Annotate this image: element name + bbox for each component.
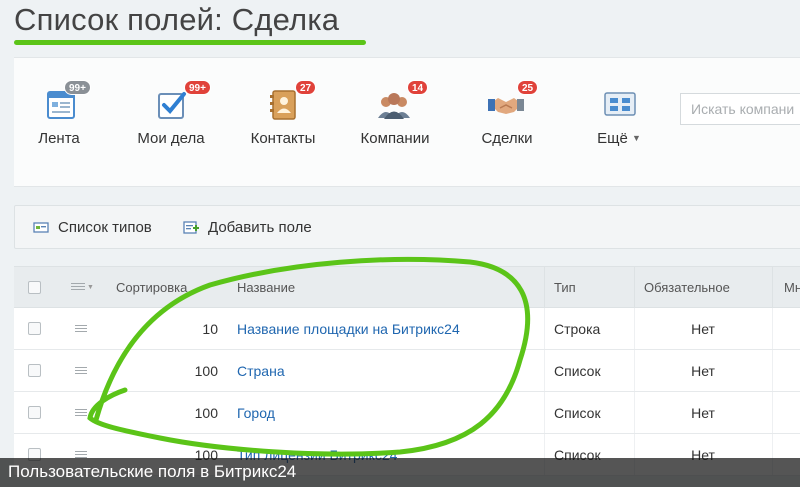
companies-counter-badge: 14 xyxy=(407,80,429,95)
row-name-link[interactable]: Название площадки на Битрикс24 xyxy=(237,308,460,349)
video-caption: Пользовательские поля в Битрикс24 xyxy=(0,458,800,487)
grid-toolbar: Список типов Добавить поле xyxy=(14,205,800,249)
nav-item-label: Контакты xyxy=(250,130,316,147)
row-type: Список xyxy=(554,404,601,421)
row-menu-icon[interactable] xyxy=(75,366,87,375)
column-header-type[interactable]: Тип xyxy=(554,267,576,307)
list-types-icon xyxy=(33,222,49,233)
nav-item-more[interactable]: Ещё ▼ xyxy=(578,58,660,186)
column-header-required[interactable]: Обязательное xyxy=(644,267,730,307)
nav-item-deals[interactable]: 25 Сделки xyxy=(466,58,548,186)
types-list-button[interactable]: Список типов xyxy=(33,206,152,248)
grid-header: ▼ Сортировка Название Тип Обязательное М… xyxy=(14,266,800,308)
row-sort: 10 xyxy=(202,320,218,337)
types-list-label: Список типов xyxy=(58,218,152,236)
title-highlight-underline xyxy=(14,40,366,45)
row-checkbox[interactable] xyxy=(28,364,41,377)
row-sort: 100 xyxy=(194,362,218,379)
row-name-link[interactable]: Страна xyxy=(237,350,285,391)
table-row[interactable]: 100 Страна Список Нет xyxy=(14,350,800,392)
row-checkbox[interactable] xyxy=(28,322,41,335)
column-header-sort[interactable]: Сортировка xyxy=(116,267,187,307)
table-row[interactable]: 10 Название площадки на Битрикс24 Строка… xyxy=(14,308,800,350)
nav-item-more-text: Ещё xyxy=(597,130,628,147)
nav-item-companies[interactable]: 14 Компании xyxy=(354,58,436,186)
nav-item-my-tasks[interactable]: 99+ Мои дела xyxy=(130,58,212,186)
more-icon xyxy=(604,92,636,116)
row-required: Нет xyxy=(691,320,715,337)
nav-item-label: Мои дела xyxy=(137,130,205,147)
column-header-multiple[interactable]: Мн xyxy=(784,267,800,307)
row-sort: 100 xyxy=(194,404,218,421)
select-all-checkbox[interactable] xyxy=(28,280,41,294)
deals-counter-badge: 25 xyxy=(517,80,539,95)
page-title: Список полей: Сделка xyxy=(14,2,340,37)
nav-item-label: Лента xyxy=(38,130,80,147)
table-row[interactable]: 100 Город Список Нет xyxy=(14,392,800,434)
row-menu-icon[interactable] xyxy=(75,324,87,333)
feed-counter-badge: 99+ xyxy=(64,80,91,95)
search-input[interactable] xyxy=(680,93,800,125)
nav-item-label: Сделки xyxy=(481,130,533,147)
tasks-counter-badge: 99+ xyxy=(184,80,211,95)
row-name-link[interactable]: Город xyxy=(237,392,275,433)
add-field-button[interactable]: Добавить поле xyxy=(183,206,312,248)
nav-item-feed[interactable]: 99+ Лента xyxy=(18,58,100,186)
row-checkbox[interactable] xyxy=(28,406,41,419)
nav-item-label: Ещё ▼ xyxy=(578,130,660,147)
column-settings-icon[interactable]: ▼ xyxy=(71,267,94,307)
chevron-down-icon: ▼ xyxy=(631,133,641,143)
add-field-icon xyxy=(183,221,199,234)
nav-item-label: Компании xyxy=(360,130,430,147)
fields-grid: ▼ Сортировка Название Тип Обязательное М… xyxy=(14,266,800,476)
row-required: Нет xyxy=(691,404,715,421)
row-menu-icon[interactable] xyxy=(75,408,87,417)
row-type: Строка xyxy=(554,320,601,337)
companies-icon xyxy=(378,93,410,119)
nav-item-contacts[interactable]: 27 Контакты xyxy=(242,58,324,186)
row-type: Список xyxy=(554,362,601,379)
column-header-name[interactable]: Название xyxy=(237,267,295,307)
add-field-label: Добавить поле xyxy=(208,218,312,236)
contacts-counter-badge: 27 xyxy=(295,80,317,95)
row-required: Нет xyxy=(691,362,715,379)
